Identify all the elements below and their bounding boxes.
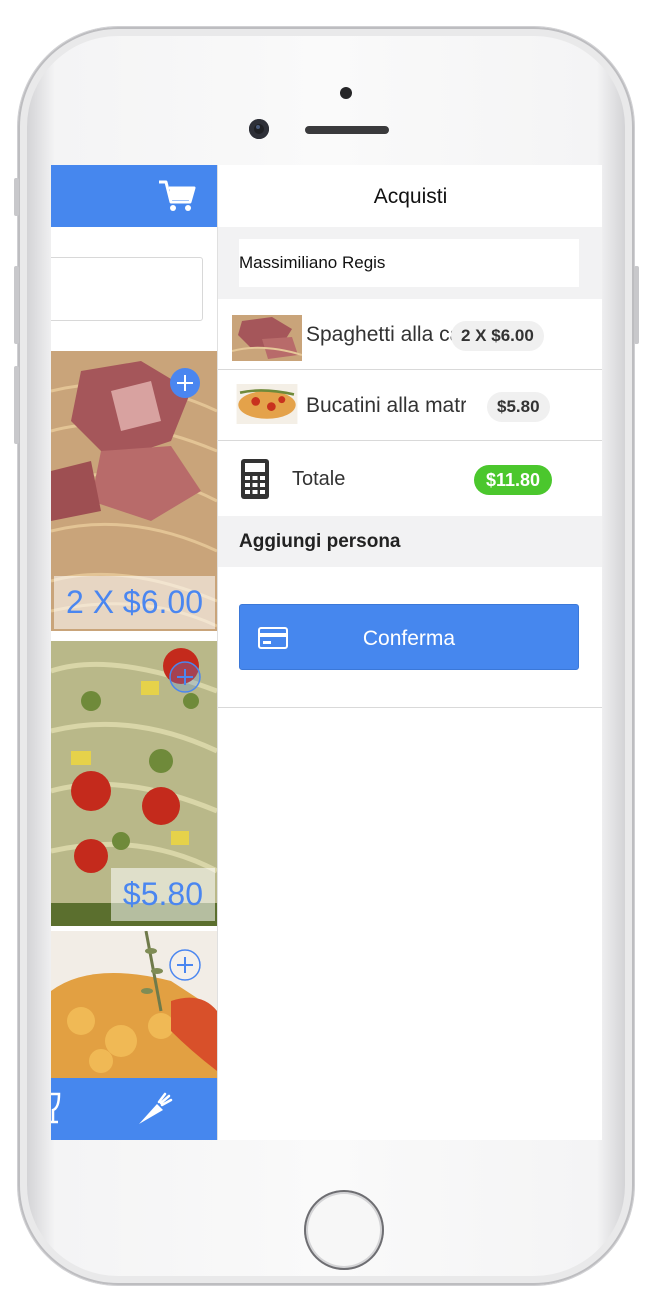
volume-up-button bbox=[14, 266, 19, 344]
total-value-badge: $11.80 bbox=[474, 465, 553, 495]
cart-item-qty-price: $5.80 bbox=[487, 392, 550, 422]
confirm-section: Conferma bbox=[218, 567, 602, 708]
plus-circle-icon[interactable] bbox=[169, 661, 201, 693]
cart-header: Acquisti bbox=[218, 165, 602, 228]
menu-item-card[interactable]: 2 X $6.00 bbox=[51, 351, 217, 631]
front-camera bbox=[249, 119, 269, 139]
menu-search-field[interactable] bbox=[51, 257, 203, 321]
confirm-button[interactable]: Conferma bbox=[239, 604, 579, 670]
menu-header bbox=[51, 165, 217, 227]
customer-name-field[interactable]: Massimiliano Regis bbox=[239, 239, 579, 287]
plus-circle-icon[interactable] bbox=[169, 367, 201, 399]
menu-item-price: 2 X $6.00 bbox=[54, 576, 215, 629]
cart-panel: Acquisti Massimiliano Regis Spaghetti al… bbox=[217, 165, 602, 1140]
mute-switch bbox=[14, 178, 19, 216]
carrot-icon[interactable] bbox=[137, 1092, 173, 1126]
bucatini-thumbnail bbox=[236, 384, 298, 424]
menu-item-card[interactable]: $5.80 bbox=[51, 641, 217, 926]
menu-panel: 2 X $6.00 $5.80 bbox=[51, 165, 217, 1140]
add-person-label: Aggiungi persona bbox=[239, 531, 401, 552]
shopping-cart-icon[interactable] bbox=[157, 178, 197, 214]
app-screen: 2 X $6.00 $5.80 Acquisti Massimiliano Re… bbox=[51, 165, 602, 1140]
carbonara-thumbnail bbox=[232, 315, 302, 361]
power-button bbox=[634, 266, 639, 344]
menu-item-card[interactable] bbox=[51, 931, 217, 1078]
confirm-button-label: Conferma bbox=[362, 627, 456, 650]
cart-item-name: Spaghetti alla carbonara bbox=[306, 323, 456, 346]
add-person-section[interactable]: Aggiungi persona bbox=[218, 516, 602, 568]
cart-item-name: Bucatini alla matriciana bbox=[306, 394, 466, 417]
cart-title: Acquisti bbox=[373, 185, 448, 208]
wine-glass-icon[interactable] bbox=[51, 1092, 61, 1126]
total-row: Totale $11.80 bbox=[218, 442, 602, 517]
cart-item-row[interactable]: Bucatini alla matriciana $5.80 bbox=[218, 370, 602, 441]
volume-down-button bbox=[14, 366, 19, 444]
menu-item-price: $5.80 bbox=[110, 868, 215, 921]
plus-circle-icon[interactable] bbox=[169, 949, 201, 981]
proximity-sensor bbox=[340, 87, 352, 99]
home-button[interactable] bbox=[304, 1190, 384, 1270]
customer-name-section: Massimiliano Regis bbox=[218, 227, 602, 300]
earpiece-speaker bbox=[305, 126, 389, 134]
cart-item-row[interactable]: Spaghetti alla carbonara 2 X $6.00 bbox=[218, 299, 602, 370]
cart-item-qty-price: 2 X $6.00 bbox=[451, 321, 544, 351]
menu-footer-tabbar bbox=[51, 1078, 217, 1140]
calculator-icon bbox=[241, 459, 269, 499]
total-label: Totale bbox=[292, 468, 346, 490]
